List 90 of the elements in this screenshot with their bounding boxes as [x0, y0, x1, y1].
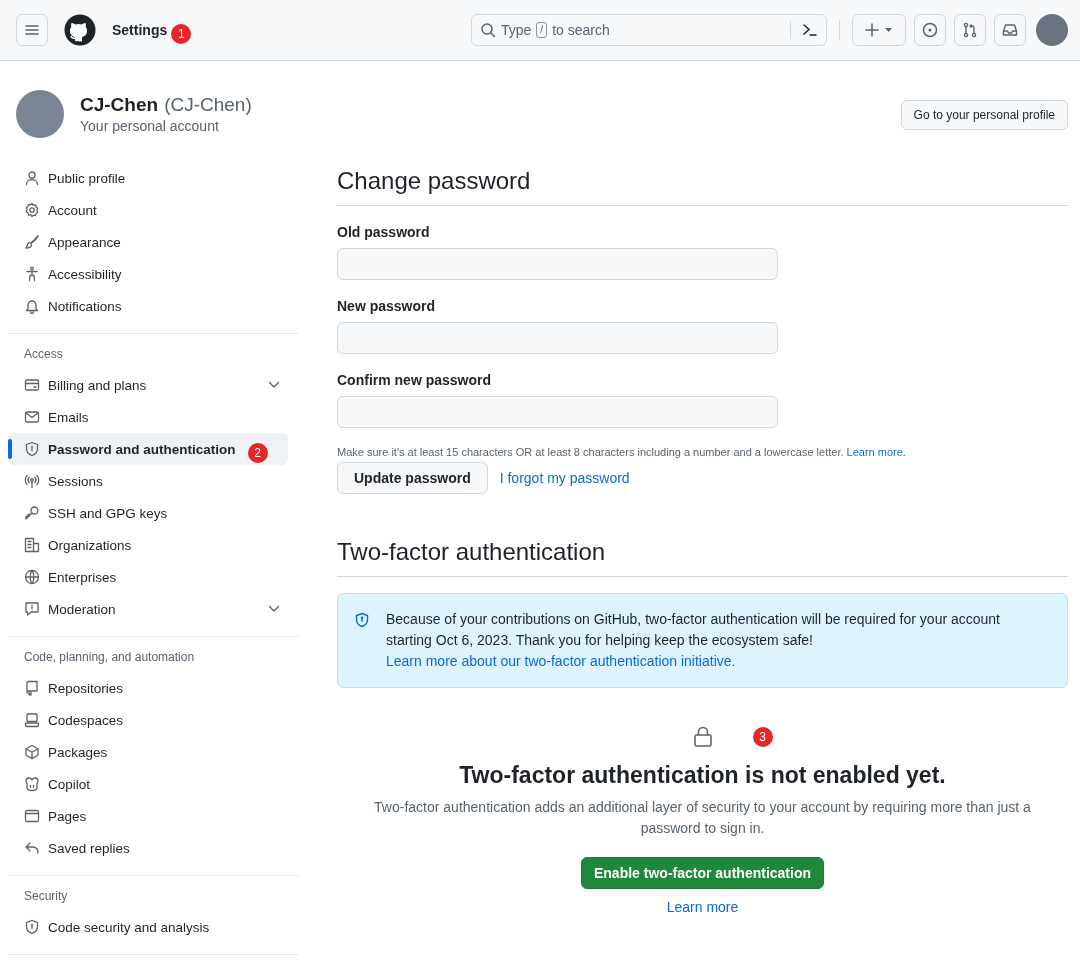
sidebar-item[interactable]: Account — [8, 194, 298, 226]
update-password-button[interactable]: Update password — [337, 462, 488, 494]
reply-arrow-icon — [24, 840, 40, 856]
shield-icon — [24, 919, 40, 935]
sidebar-item[interactable]: Packages — [8, 736, 298, 768]
section-heading: Two-factor authentication — [337, 538, 1068, 577]
sidebar-item[interactable]: Password and authentication 2 — [8, 433, 288, 465]
password-field[interactable] — [337, 396, 778, 428]
accessibility-icon — [24, 266, 40, 282]
section-heading: Change password — [337, 167, 1068, 206]
shield-icon — [354, 612, 370, 628]
speech-bubble-icon — [24, 601, 40, 617]
field-label: Old password — [337, 224, 431, 240]
number-marker: 3 — [752, 727, 773, 747]
building-icon — [24, 537, 40, 553]
learn-more-link[interactable]: Learn more — [666, 899, 739, 915]
inbox-button[interactable] — [994, 14, 1026, 46]
robot-face-icon — [24, 776, 40, 792]
search-placeholder: Type — [501, 22, 532, 38]
circle-dot-icon — [922, 22, 938, 38]
field-label: Confirm new password — [337, 372, 493, 388]
sidebar-item[interactable]: Enterprises — [8, 561, 298, 593]
envelope-icon — [24, 409, 40, 425]
sidebar-item[interactable]: SSH and GPG keys — [8, 497, 298, 529]
field-label: New password — [337, 298, 437, 314]
inbox-tray-icon — [1002, 22, 1018, 38]
avatar[interactable] — [1036, 14, 1068, 46]
credit-card-icon — [24, 377, 40, 393]
sidebar-item[interactable]: Billing and plans — [8, 369, 298, 401]
shield-icon — [24, 441, 40, 457]
avatar — [16, 90, 64, 138]
page-title: Settings — [112, 22, 168, 38]
sidebar-item[interactable]: Accessibility — [8, 258, 298, 290]
initiative-link[interactable]: Learn more about our two-factor authentication initiative. — [386, 653, 736, 669]
sidebar-item[interactable]: Notifications — [8, 290, 298, 322]
password-field[interactable] — [337, 322, 778, 354]
menu-icon — [24, 22, 40, 38]
sidebar-heading: Security — [23, 888, 69, 905]
number-marker: 1 — [171, 24, 192, 44]
laptop-icon — [24, 712, 40, 728]
account-subtitle: Your personal account — [80, 118, 220, 134]
status-description: Two-factor authentication adds an additional layer of security to your account by requiring more than just a password to sign in. — [373, 798, 1032, 838]
cat-logo-icon[interactable] — [64, 14, 96, 46]
broadcast-icon — [24, 473, 40, 489]
user-login: (CJ-Chen) — [164, 94, 252, 115]
gear-icon — [24, 202, 40, 218]
sidebar-item[interactable]: Codespaces — [8, 704, 298, 736]
sidebar-item[interactable]: Code security and analysis — [8, 911, 298, 943]
create-new-button[interactable] — [852, 14, 906, 46]
issues-button[interactable] — [914, 14, 946, 46]
pull-request-icon — [962, 22, 978, 38]
password-hint: Make sure it's at least 15 characters OR at least 8 characters including a number and a lowercase letter. Learn more. — [337, 446, 907, 458]
globe-icon — [24, 569, 40, 585]
sidebar-item[interactable]: Moderation — [8, 593, 298, 625]
cube-icon — [24, 744, 40, 760]
pull-requests-button[interactable] — [954, 14, 986, 46]
browser-window-icon — [24, 808, 40, 824]
key-icon — [24, 505, 40, 521]
terminal-prompt-icon[interactable] — [802, 22, 818, 38]
person-icon — [24, 170, 40, 186]
sidebar-item[interactable]: Copilot — [8, 768, 298, 800]
menu-button[interactable] — [16, 14, 48, 46]
keyboard-key: / — [536, 22, 548, 38]
sidebar-item[interactable]: Emails — [8, 401, 298, 433]
forgot-password-link[interactable]: I forgot my password — [499, 470, 630, 486]
sidebar-item[interactable]: Public profile — [8, 162, 298, 194]
sidebar-item[interactable]: Appearance — [8, 226, 298, 258]
bell-icon — [24, 298, 40, 314]
sidebar-item[interactable]: Repositories — [8, 672, 298, 704]
search-icon — [480, 22, 496, 38]
enable-2fa-button[interactable]: Enable two-factor authentication — [581, 857, 824, 889]
learn-more-link[interactable]: Learn more. — [846, 446, 906, 458]
sidebar-heading: Access — [23, 346, 64, 363]
plus-caret-icon — [864, 22, 894, 38]
sidebar-heading: Code, planning, and automation — [23, 649, 196, 666]
padlock-icon — [692, 726, 713, 748]
number-marker: 2 — [247, 443, 268, 463]
sidebar-item[interactable]: Organizations — [8, 529, 298, 561]
info-message: Because of your contributions on GitHub, two-factor authentication will be required for your account starting Oct 6, 2023. Thank you for helping keep the ecosystem safe! Learn more about our two-factor authentication initiative. — [386, 610, 1001, 671]
sidebar-item[interactable]: Sessions — [8, 465, 298, 497]
status-heading: Two-factor authentication is not enabled yet. — [459, 762, 946, 789]
book-icon — [24, 680, 40, 696]
search-placeholder: to search — [552, 22, 610, 38]
sidebar-item[interactable]: Pages — [8, 800, 298, 832]
sidebar-item[interactable]: Saved replies — [8, 832, 298, 864]
user-name: CJ-Chen — [80, 94, 159, 115]
paintbrush-icon — [24, 234, 40, 250]
personal-profile-button[interactable]: Go to your personal profile — [900, 100, 1068, 130]
password-field[interactable] — [337, 248, 778, 280]
search-field[interactable]: Type / to search — [471, 14, 827, 46]
